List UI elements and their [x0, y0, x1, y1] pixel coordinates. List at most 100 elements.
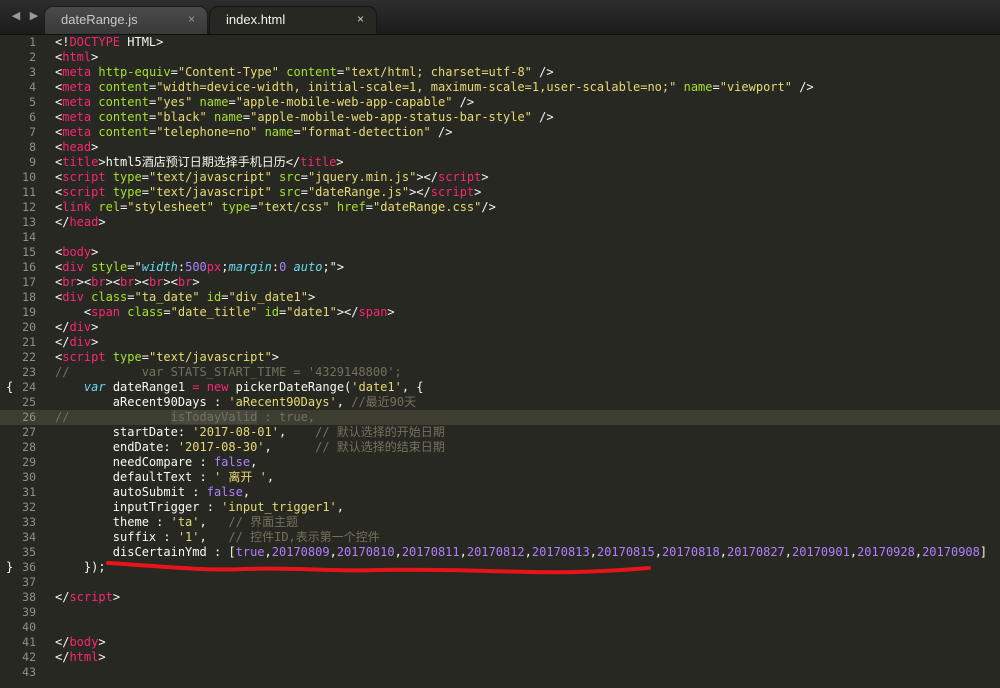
line-number: 2	[29, 50, 36, 64]
code-line[interactable]	[55, 575, 1000, 590]
code-token: ,	[719, 545, 727, 559]
code-token: http-equiv	[98, 65, 171, 79]
code-line[interactable]: <div style="width:500px;margin:0 auto;">	[55, 260, 1000, 275]
tab-daterange-js[interactable]: dateRange.js ×	[44, 6, 208, 34]
line-number: 33	[22, 515, 36, 529]
line-number: 13	[22, 215, 36, 229]
code-token: <!	[55, 35, 70, 49]
code-line[interactable]: <head>	[55, 140, 1000, 155]
nav-back-icon[interactable]: ◀	[9, 9, 23, 23]
code-line[interactable]: <html>	[55, 50, 1000, 65]
nav-forward-icon[interactable]: ▶	[27, 9, 41, 23]
code-line[interactable]: </html>	[55, 650, 1000, 665]
code-token: "text/javascript"	[148, 170, 272, 184]
code-token: >	[192, 275, 200, 289]
code-token: ,	[278, 425, 316, 439]
close-icon[interactable]: ×	[357, 7, 364, 32]
code-token: 20170809	[271, 545, 330, 559]
code-line[interactable]	[55, 620, 1000, 635]
code-line[interactable]: <span class="date_title" id="date1"></sp…	[55, 305, 1000, 320]
code-line[interactable]: <script type="text/javascript">	[55, 350, 1000, 365]
code-line[interactable]: // isTodayValid : true,	[55, 410, 1000, 425]
code-token: ></	[336, 305, 359, 319]
code-line[interactable]: disCertainYmd : [true,20170809,20170810,…	[55, 545, 1000, 560]
code-token: meta	[62, 95, 92, 109]
code-line[interactable]: var dateRange1 = new pickerDateRange('da…	[55, 380, 1000, 395]
code-token: ,	[394, 545, 402, 559]
code-line[interactable]: </div>	[55, 335, 1000, 350]
code-line[interactable]: needCompare : false,	[55, 455, 1000, 470]
code-line[interactable]: <link rel="stylesheet" type="text/css" h…	[55, 200, 1000, 215]
code-token: =	[365, 200, 373, 214]
code-token: src	[279, 185, 301, 199]
code-line[interactable]: endDate: '2017-08-30', // 默认选择的结束日期	[55, 440, 1000, 455]
code-line[interactable]: <body>	[55, 245, 1000, 260]
code-line[interactable]: </script>	[55, 590, 1000, 605]
code-token: margin	[228, 260, 272, 274]
code-line[interactable]: <title>html5酒店预订日期选择手机日历</title>	[55, 155, 1000, 170]
code-line[interactable]: <script type="text/javascript" src="jque…	[55, 170, 1000, 185]
code-token: script	[430, 185, 475, 199]
code-line[interactable]	[55, 230, 1000, 245]
code-line[interactable]: // var STATS_START_TIME = '4329148800';	[55, 365, 1000, 380]
code-line[interactable]: <meta content="yes" name="apple-mobile-w…	[55, 95, 1000, 110]
line-number: 29	[22, 455, 36, 469]
code-token: >	[91, 320, 99, 334]
code-token: =	[336, 65, 345, 79]
code-token: ><	[134, 275, 149, 289]
code-line[interactable]: });	[55, 560, 1000, 575]
code-line[interactable]: <div class="ta_date" id="div_date1">	[55, 290, 1000, 305]
line-number: 3	[29, 65, 36, 79]
line-number: 9	[29, 155, 36, 169]
code-line[interactable]: aRecent90Days : 'aRecent90Days', //最近90天	[55, 395, 1000, 410]
code-token: =	[170, 65, 178, 79]
code-line[interactable]: inputTrigger : 'input_trigger1',	[55, 500, 1000, 515]
code-line[interactable]	[55, 605, 1000, 620]
code-line[interactable]: <meta http-equiv="Content-Type" content=…	[55, 65, 1000, 80]
code-token: content	[98, 95, 149, 109]
code-token: "text/css"	[257, 200, 330, 214]
code-line[interactable]: <script type="text/javascript" src="date…	[55, 185, 1000, 200]
code-token: 20170810	[336, 545, 395, 559]
code-line[interactable]: <!DOCTYPE HTML>	[55, 35, 1000, 50]
code-token: "dateRange.js"	[307, 185, 410, 199]
code-token: content	[286, 65, 337, 79]
code-token: name	[214, 110, 243, 124]
code-line[interactable]: <meta content="width=device-width, initi…	[55, 80, 1000, 95]
code-line[interactable]: suffix : '1', // 控件ID,表示第一个控件	[55, 530, 1000, 545]
code-line[interactable]: defaultText : ' 离开 ',	[55, 470, 1000, 485]
code-lines[interactable]: <!DOCTYPE HTML> <html> <meta http-equiv="C…	[55, 35, 1000, 680]
code-token: span	[91, 305, 121, 319]
code-line[interactable]: <meta content="telephone=no" name="forma…	[55, 125, 1000, 140]
line-number: 22	[22, 350, 36, 364]
code-token: meta	[62, 125, 92, 139]
code-token: >	[474, 185, 482, 199]
line-number: 15	[22, 245, 36, 259]
line-number: 40	[22, 620, 36, 634]
code-line[interactable]: theme : 'ta', // 界面主题	[55, 515, 1000, 530]
code-line[interactable]: </body>	[55, 635, 1000, 650]
tab-index-html[interactable]: index.html ×	[209, 6, 377, 34]
code-line[interactable]: <meta content="black" name="apple-mobile…	[55, 110, 1000, 125]
code-token: "text/html; charset=utf-8"	[344, 65, 532, 79]
code-token: px	[206, 260, 222, 274]
line-number: 14	[22, 230, 36, 244]
code-token: "apple-mobile-web-app-status-bar-style"	[250, 110, 532, 124]
code-line[interactable]: startDate: '2017-08-01', // 默认选择的开始日期	[55, 425, 1000, 440]
code-token: br	[120, 275, 135, 289]
code-line[interactable]: autoSubmit : false,	[55, 485, 1000, 500]
code-line[interactable]: <br><br><br><br><br>	[55, 275, 1000, 290]
code-token: =	[141, 185, 149, 199]
code-line[interactable]: </div>	[55, 320, 1000, 335]
close-icon[interactable]: ×	[188, 7, 195, 32]
code-line[interactable]: </head>	[55, 215, 1000, 230]
code-token: "text/javascript"	[148, 185, 272, 199]
code-line[interactable]	[55, 665, 1000, 680]
code-token: </	[55, 635, 70, 649]
